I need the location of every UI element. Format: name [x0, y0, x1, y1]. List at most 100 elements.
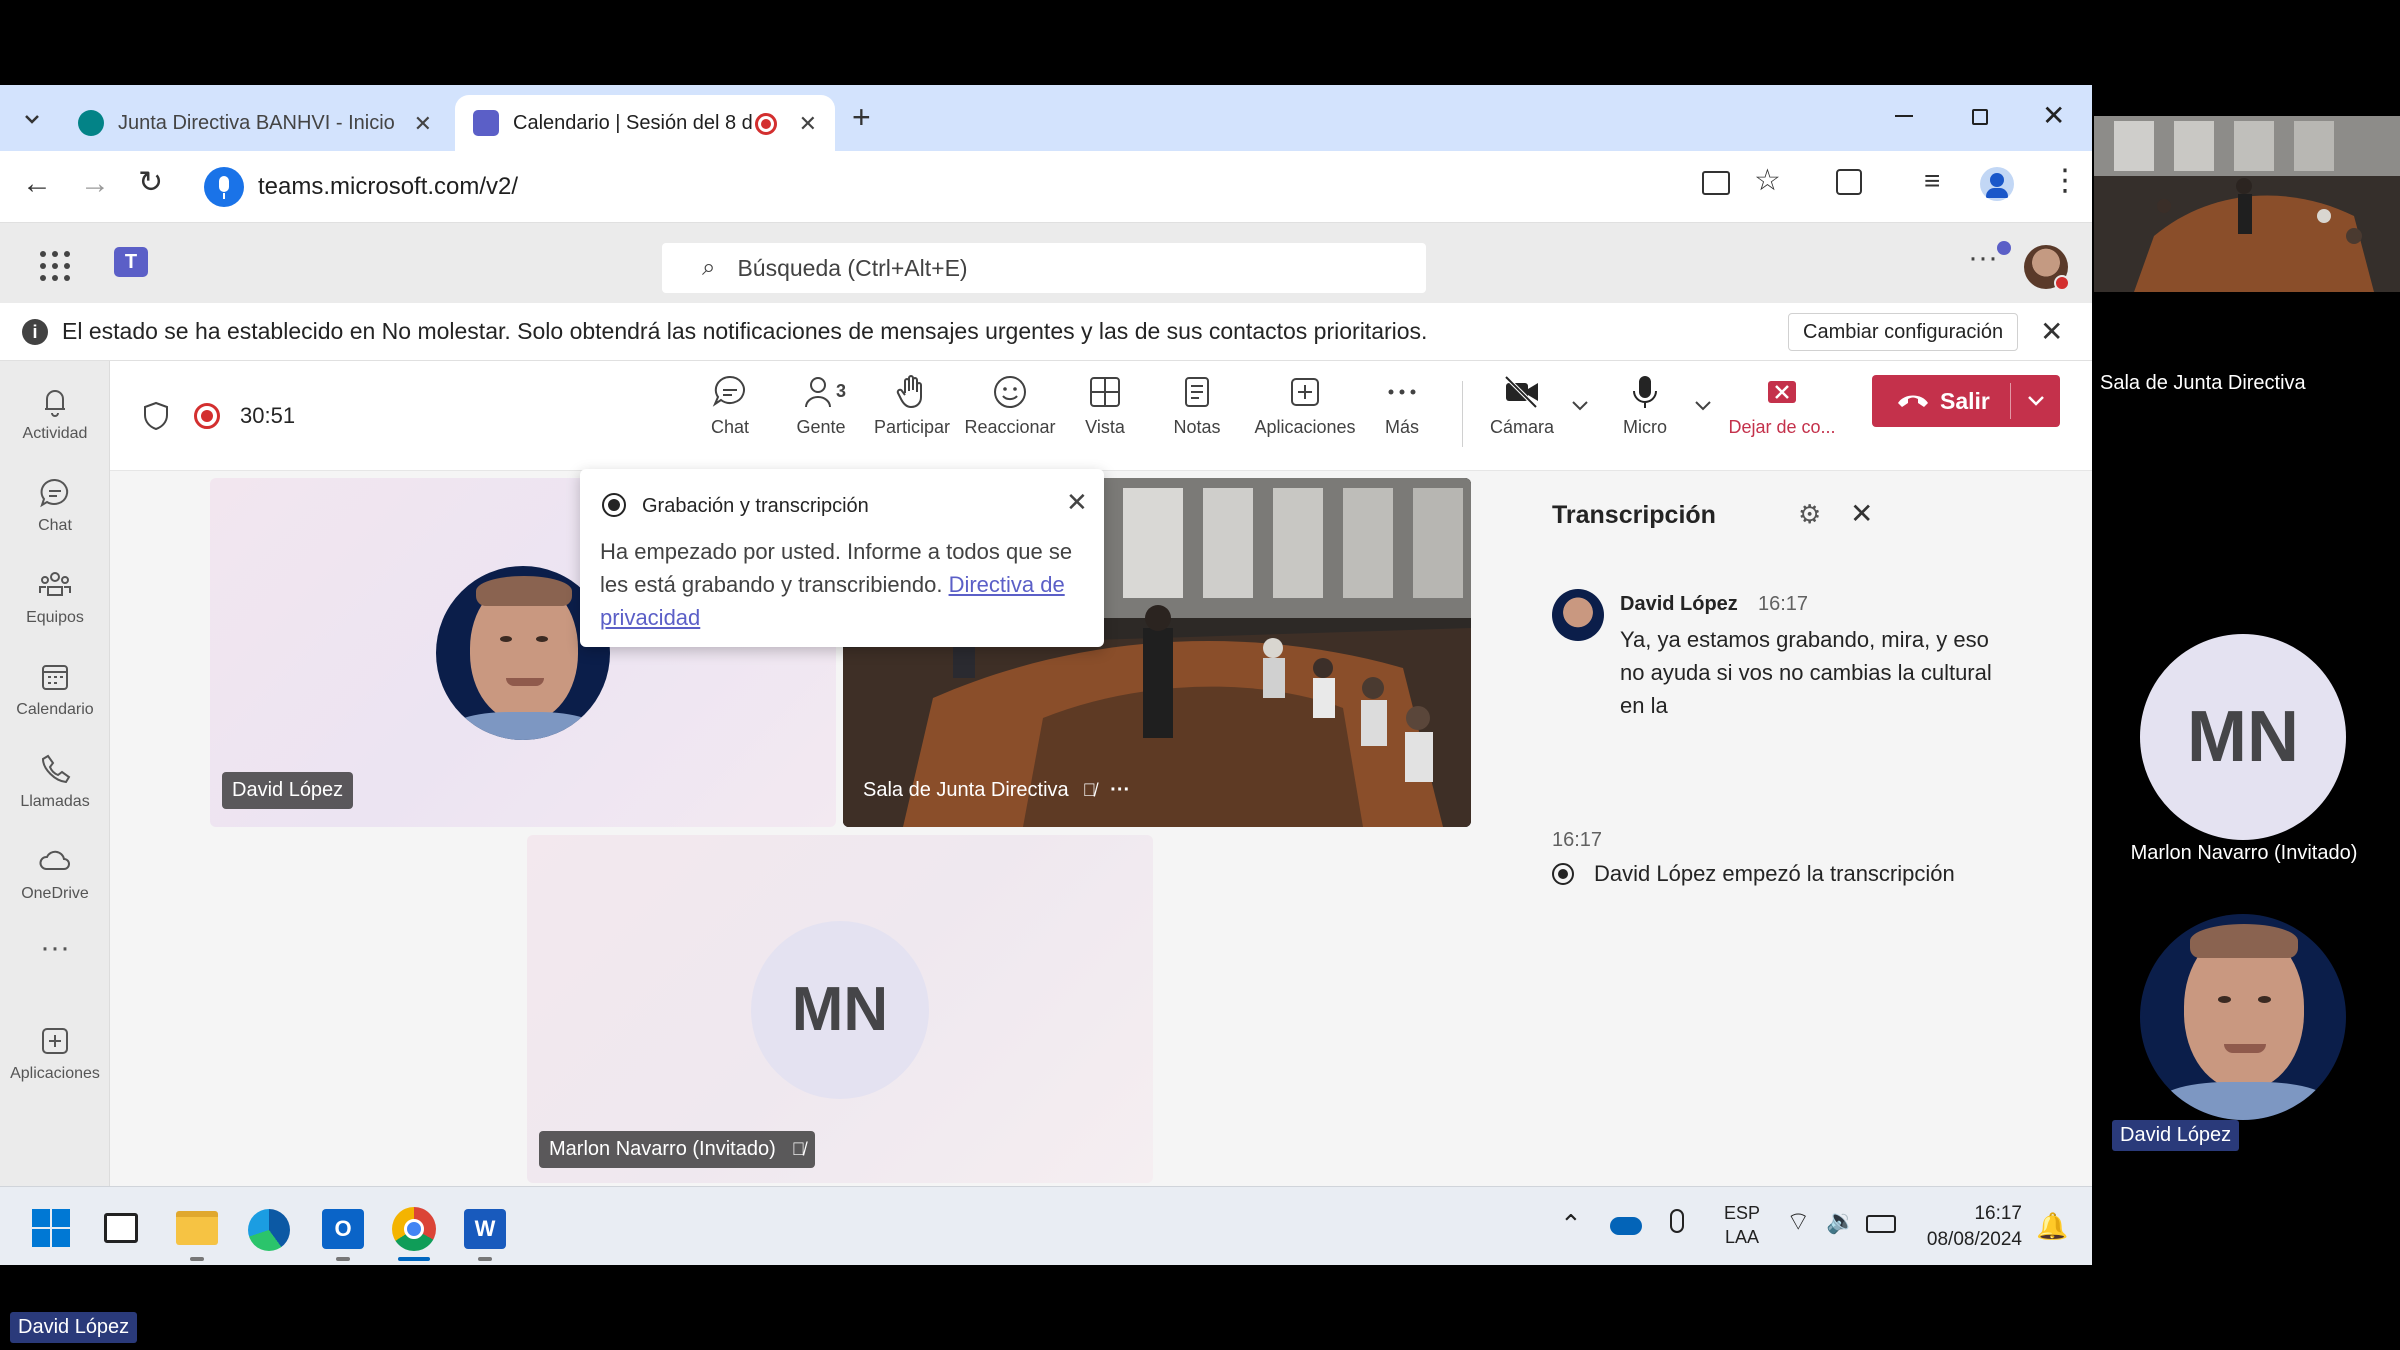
edge-icon[interactable]: [248, 1209, 290, 1251]
clock-time: 16:17: [1974, 1203, 2022, 1224]
battery-icon[interactable]: [1866, 1215, 1896, 1233]
participant-name: Marlon Navarro (Invitado) 🎙̸: [539, 1131, 816, 1168]
rail-label: Calendario: [16, 701, 94, 718]
task-view-icon[interactable]: [104, 1213, 138, 1243]
entry-time: 16:17: [1758, 593, 1809, 615]
tool-label: Reaccionar: [964, 417, 1056, 437]
minimize-icon[interactable]: [1895, 115, 1913, 117]
outlook-icon[interactable]: O: [322, 1209, 364, 1249]
notes-button[interactable]: Notas: [1152, 373, 1242, 438]
more-icon: [1388, 389, 1416, 395]
notifications-bell-icon[interactable]: 🔔: [2036, 1211, 2068, 1242]
rail-item-llamadas[interactable]: Llamadas: [0, 751, 110, 811]
windows-start-icon[interactable]: [32, 1209, 70, 1247]
mic-permission-icon: [204, 167, 244, 207]
raise-hand-button[interactable]: Participar: [867, 373, 957, 438]
tab-inicio[interactable]: Junta Directiva BANHVI - Inicio ✕: [60, 95, 450, 151]
info-icon: i: [22, 318, 48, 345]
restore-icon[interactable]: [1972, 109, 1988, 125]
profile-icon[interactable]: [1980, 167, 2014, 201]
leave-button[interactable]: Salir: [1872, 375, 2060, 427]
camera-button[interactable]: Cámara: [1477, 373, 1567, 438]
rail-more-icon[interactable]: ···: [0, 931, 110, 965]
mic-options-chevron-icon[interactable]: [1693, 399, 1713, 418]
tab-calendario[interactable]: Calendario | Sesión del 8 de ✕: [455, 95, 835, 151]
volume-icon[interactable]: 🔉: [1826, 1207, 1856, 1236]
camera-off-icon: [1504, 375, 1538, 409]
rail-item-onedrive[interactable]: OneDrive: [0, 843, 110, 903]
react-button[interactable]: Reaccionar: [960, 373, 1060, 438]
tab-title: Calendario | Sesión del 8 de: [513, 111, 753, 134]
word-icon[interactable]: W: [464, 1209, 506, 1249]
rail-item-aplicaciones[interactable]: Aplicaciones: [0, 1023, 110, 1083]
tool-label: Participar: [873, 417, 951, 437]
show-hidden-icons-icon[interactable]: ⌃: [1560, 1209, 1582, 1240]
onedrive-tray-icon[interactable]: [1610, 1217, 1642, 1235]
change-settings-button[interactable]: Cambiar configuración: [1788, 313, 2019, 351]
chat-button[interactable]: Chat: [685, 373, 775, 438]
extensions-icon[interactable]: [1836, 169, 1862, 195]
settings-gear-icon[interactable]: ⚙: [1798, 499, 1821, 530]
event-record-icon: [1552, 863, 1574, 885]
side-avatar-marlon[interactable]: MN: [2140, 634, 2346, 840]
close-tab-icon[interactable]: ✕: [414, 111, 432, 137]
rail-item-actividad[interactable]: Actividad: [0, 383, 110, 443]
app-launcher-icon[interactable]: [40, 251, 70, 281]
apps-button[interactable]: Aplicaciones: [1245, 373, 1365, 438]
event-text: David López empezó la transcripción: [1594, 861, 1955, 886]
stop-sharing-button[interactable]: Dejar de co...: [1722, 373, 1842, 438]
rail-item-calendario[interactable]: Calendario: [0, 659, 110, 719]
close-popup-icon[interactable]: ✕: [1066, 487, 1088, 518]
user-avatar[interactable]: [2024, 245, 2070, 291]
apps-icon: [42, 1028, 68, 1054]
install-app-icon[interactable]: [1702, 171, 1730, 195]
clock[interactable]: 16:17 08/08/2024: [1912, 1201, 2022, 1253]
language-indicator[interactable]: ESP LAA: [1722, 1201, 1762, 1249]
windows-taskbar: O W ⌃ ESP LAA ⌔ 🔉 16:17 08/08/2024 🔔: [0, 1186, 2092, 1265]
browser-menu-icon[interactable]: ⋮: [2050, 163, 2080, 198]
view-button[interactable]: Vista: [1060, 373, 1150, 438]
rail-label: Equipos: [26, 609, 84, 626]
people-button[interactable]: 3 Gente: [776, 373, 866, 438]
participant-name: Sala de Junta Directiva 🎙̸ ···: [853, 772, 1140, 809]
camera-options-chevron-icon[interactable]: [1570, 399, 1590, 418]
rail-item-chat[interactable]: Chat: [0, 475, 110, 535]
tool-label: Dejar de co...: [1728, 417, 1836, 437]
media-control-icon[interactable]: ≡: [1924, 165, 1940, 197]
close-window-icon[interactable]: ✕: [2042, 99, 2065, 132]
reload-icon[interactable]: ↻: [138, 165, 163, 200]
tool-label: Vista: [1085, 417, 1125, 437]
chevron-down-icon[interactable]: [2026, 394, 2046, 408]
wifi-icon[interactable]: ⌔: [1786, 1205, 1810, 1238]
chrome-icon[interactable]: [392, 1207, 436, 1251]
bookmark-star-icon[interactable]: ☆: [1754, 163, 1781, 198]
taskbar-active-indicator: [398, 1257, 430, 1261]
url-field[interactable]: teams.microsoft.com/v2/: [200, 161, 1630, 213]
mic-muted-icon: 🎙̸: [1082, 780, 1097, 800]
file-explorer-icon[interactable]: [176, 1211, 218, 1245]
more-options-icon[interactable]: ···: [1968, 241, 1998, 275]
close-tab-icon[interactable]: ✕: [799, 111, 817, 137]
mic-button[interactable]: Micro: [1600, 373, 1690, 438]
close-transcript-icon[interactable]: ✕: [1850, 497, 1873, 530]
close-notice-icon[interactable]: ✕: [2040, 315, 2063, 348]
notes-icon: [1185, 377, 1209, 407]
side-video-sala[interactable]: [2094, 116, 2400, 292]
rail-label: Chat: [38, 517, 72, 534]
participant-name: David López: [222, 772, 354, 809]
search-input[interactable]: ⌕ Búsqueda (Ctrl+Alt+E): [662, 243, 1426, 293]
speaker-name: David López: [1620, 593, 1738, 615]
meeting-stage: David López Sala de Junta Directiva 🎙̸ ·…: [110, 469, 2092, 1265]
back-icon[interactable]: ←: [22, 167, 52, 201]
event-time: 16:17: [1552, 829, 1603, 851]
screen-share: Junta Directiva BANHVI - Inicio ✕ Calend…: [0, 85, 2092, 1265]
rail-item-equipos[interactable]: Equipos: [0, 567, 110, 627]
forward-icon[interactable]: →: [80, 167, 110, 201]
marlon-avatar: MN: [751, 921, 929, 1099]
new-tab-icon[interactable]: +: [852, 99, 871, 136]
participant-tile-marlon[interactable]: MN Marlon Navarro (Invitado) 🎙̸: [527, 835, 1153, 1183]
more-button[interactable]: Más: [1357, 373, 1447, 438]
side-avatar-david[interactable]: [2140, 914, 2346, 1120]
tab-list-dropdown-icon[interactable]: [18, 105, 46, 133]
tile-more-icon[interactable]: ···: [1110, 779, 1130, 802]
